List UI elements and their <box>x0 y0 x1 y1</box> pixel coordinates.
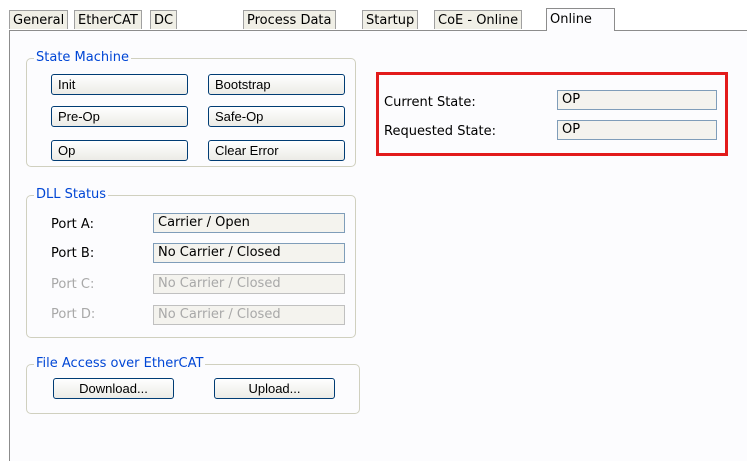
init-button[interactable]: Init <box>51 74 188 95</box>
tab-coe-online[interactable]: CoE - Online <box>434 10 523 29</box>
port-b-label: Port B: <box>51 246 95 261</box>
upload-button[interactable]: Upload... <box>214 378 335 399</box>
pre-op-button[interactable]: Pre-Op <box>51 106 188 127</box>
bootstrap-button[interactable]: Bootstrap <box>208 74 345 95</box>
port-a-label: Port A: <box>51 217 94 232</box>
op-button[interactable]: Op <box>51 140 188 161</box>
tab-online[interactable]: Online <box>546 8 615 31</box>
file-access-title: File Access over EtherCAT <box>34 356 206 372</box>
tab-general[interactable]: General <box>9 10 69 29</box>
state-machine-title: State Machine <box>34 50 131 66</box>
tab-ethercat[interactable]: EtherCAT <box>74 10 142 29</box>
port-d-label: Port D: <box>51 307 96 322</box>
port-c-field: No Carrier / Closed <box>153 274 345 294</box>
port-b-field: No Carrier / Closed <box>153 243 345 263</box>
safe-op-button[interactable]: Safe-Op <box>208 106 345 127</box>
port-a-field: Carrier / Open <box>153 213 345 233</box>
clear-error-button[interactable]: Clear Error <box>208 140 345 161</box>
tab-dc[interactable]: DC <box>150 10 178 29</box>
port-d-field: No Carrier / Closed <box>153 305 345 325</box>
tab-startup[interactable]: Startup <box>362 10 419 29</box>
download-button[interactable]: Download... <box>53 378 174 399</box>
dll-status-title: DLL Status <box>34 187 109 203</box>
tab-process-data[interactable]: Process Data <box>243 10 336 29</box>
port-c-label: Port C: <box>51 277 95 292</box>
state-highlight-box <box>376 72 728 156</box>
